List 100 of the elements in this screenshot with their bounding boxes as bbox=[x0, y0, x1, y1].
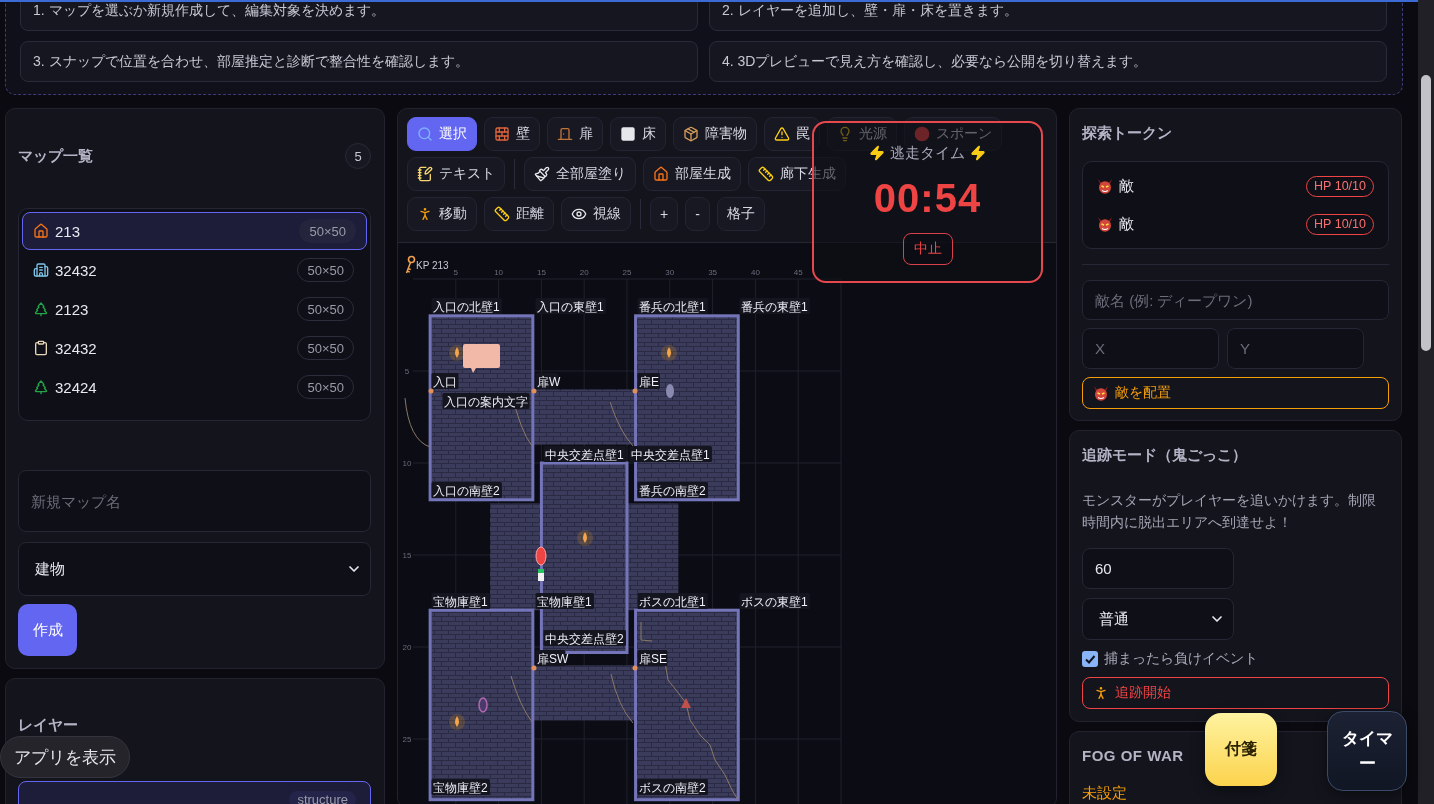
x-field[interactable]: X bbox=[1082, 328, 1219, 369]
step-text: 2. レイヤーを追加し、壁・扉・床を置きます。 bbox=[722, 2, 1018, 20]
house-icon bbox=[33, 223, 49, 239]
tool-button[interactable]: 視線 bbox=[561, 197, 631, 231]
tool-button[interactable]: 移動 bbox=[407, 197, 477, 231]
lightning-icon bbox=[970, 145, 986, 161]
pine-tree-icon bbox=[33, 301, 49, 317]
ruler-label: 20 bbox=[579, 268, 589, 277]
map-label: ボスの北壁1 bbox=[637, 593, 708, 609]
ruler-label: 45 bbox=[793, 268, 803, 277]
flame-marker bbox=[449, 714, 465, 730]
ruler-icon bbox=[758, 166, 774, 182]
step-text: 1. マップを選ぶか新規作成して、編集対象を決めます。 bbox=[33, 2, 385, 20]
door-marker bbox=[531, 665, 537, 671]
lightbulb-icon bbox=[837, 126, 853, 142]
player-marker bbox=[535, 546, 547, 566]
search-icon bbox=[417, 126, 433, 142]
map-label: 番兵の東壁1 bbox=[739, 298, 810, 314]
sticky-note-button[interactable]: 付箋 bbox=[1205, 713, 1277, 786]
map-list-item[interactable]: 32424 50×50 bbox=[22, 368, 367, 406]
ruler-icon bbox=[494, 206, 510, 222]
person-icon bbox=[417, 206, 433, 222]
flame-marker bbox=[661, 345, 677, 361]
path-line bbox=[609, 401, 634, 447]
map-label: 扉SE bbox=[637, 650, 668, 666]
y-field[interactable]: Y bbox=[1227, 328, 1364, 369]
map-list-item[interactable]: 2123 50×50 bbox=[22, 290, 367, 328]
map-label: 中央交差点壁1 bbox=[629, 446, 712, 462]
demon-mask-icon bbox=[1093, 385, 1109, 401]
create-button[interactable]: 作成 bbox=[18, 604, 77, 656]
ruler-label: 5 bbox=[453, 268, 459, 277]
figure-marker bbox=[538, 569, 544, 581]
scrollbar-track[interactable] bbox=[1418, 0, 1434, 804]
tool-button[interactable]: 壁 bbox=[484, 117, 540, 151]
tool-button[interactable]: - bbox=[685, 197, 710, 231]
map-label: 宝物庫壁1 bbox=[535, 593, 594, 609]
countdown-time: 00:54 bbox=[873, 175, 982, 222]
brick-wall-icon bbox=[494, 126, 510, 142]
tool-button[interactable]: 全部屋塗り bbox=[524, 157, 636, 191]
map-label: 入口 bbox=[431, 373, 459, 389]
timer-button[interactable]: タイマー bbox=[1327, 711, 1407, 791]
tool-button[interactable]: 罠 bbox=[764, 117, 820, 151]
layer-item[interactable]: structure bbox=[18, 781, 371, 804]
tool-button[interactable]: 部屋生成 bbox=[643, 157, 741, 191]
map-label: 中央交差点壁1 bbox=[543, 446, 626, 462]
map-type-select[interactable]: 建物 bbox=[18, 542, 371, 596]
map-label: ボスの東壁1 bbox=[739, 593, 810, 609]
token-marker bbox=[666, 384, 674, 398]
map-list-item[interactable]: 32432 50×50 bbox=[22, 251, 367, 289]
stop-button[interactable]: 中止 bbox=[902, 233, 953, 265]
tool-button[interactable]: 格子 bbox=[716, 197, 765, 231]
place-enemy-button[interactable]: 敵を配置 bbox=[1082, 377, 1389, 409]
ruler-label: 15 bbox=[402, 551, 412, 560]
ruler-label: 15 bbox=[536, 268, 546, 277]
pine-tree-icon bbox=[33, 379, 49, 395]
tool-button[interactable]: 距離 bbox=[484, 197, 554, 231]
new-map-name-field[interactable]: 新規マップ名 bbox=[18, 470, 371, 532]
ruler-label: 25 bbox=[622, 268, 632, 277]
ruler-label: 20 bbox=[402, 643, 412, 652]
start-chase-button[interactable]: 追跡開始 bbox=[1082, 677, 1389, 709]
eye-icon bbox=[571, 206, 587, 222]
door-marker bbox=[531, 388, 537, 394]
door-icon bbox=[557, 126, 573, 142]
count-badge: 5 bbox=[345, 143, 371, 169]
time-limit-field[interactable]: 60 bbox=[1082, 548, 1234, 589]
map-size-badge: 50×50 bbox=[299, 219, 356, 243]
tool-button[interactable]: 障害物 bbox=[673, 117, 757, 151]
panel-title: レイヤー bbox=[18, 715, 78, 735]
ruler-label: 40 bbox=[750, 268, 760, 277]
difficulty-select[interactable]: 普通 bbox=[1082, 598, 1234, 640]
door-marker bbox=[632, 665, 638, 671]
demon-mask-icon bbox=[1097, 178, 1113, 194]
triangle-marker bbox=[681, 698, 691, 708]
token-name: 敵 bbox=[1119, 176, 1135, 196]
tool-button[interactable]: 扉 bbox=[547, 117, 603, 151]
door-marker bbox=[428, 388, 434, 394]
path-line bbox=[510, 675, 533, 723]
tool-button[interactable]: 選択 bbox=[407, 117, 477, 151]
step-text: 3. スナップで位置を合わせ、部屋推定と診断で整合性を確認します。 bbox=[33, 52, 469, 71]
paintbrush-icon bbox=[534, 166, 550, 182]
dot-icon bbox=[914, 126, 930, 142]
show-apps-button[interactable]: アプリを表示 bbox=[0, 736, 130, 778]
enemy-name-field[interactable]: 敵名 (例: ディープワン) bbox=[1082, 280, 1389, 320]
scrollbar-thumb[interactable] bbox=[1421, 75, 1431, 351]
checkbox[interactable] bbox=[1082, 651, 1098, 667]
lightning-icon bbox=[869, 145, 885, 161]
map-list-item[interactable]: 213 50×50 bbox=[22, 212, 367, 250]
flame-marker bbox=[577, 530, 593, 546]
map-list-item[interactable]: 32432 50×50 bbox=[22, 329, 367, 367]
ruler-label: 10 bbox=[494, 268, 504, 277]
map-name-label: KP 213 bbox=[416, 260, 449, 271]
key-icon bbox=[405, 255, 416, 274]
warning-icon bbox=[774, 126, 790, 142]
layer-type-badge: structure bbox=[289, 790, 356, 804]
tool-button[interactable]: テキスト bbox=[407, 157, 505, 191]
tool-button[interactable]: + bbox=[650, 197, 679, 231]
tool-button[interactable]: 床 bbox=[610, 117, 666, 151]
square-icon bbox=[620, 126, 636, 142]
step-text: 4. 3Dプレビューで見え方を確認し、必要なら公開を切り替えます。 bbox=[722, 52, 1148, 71]
fog-status: 未設定 bbox=[1082, 783, 1127, 803]
